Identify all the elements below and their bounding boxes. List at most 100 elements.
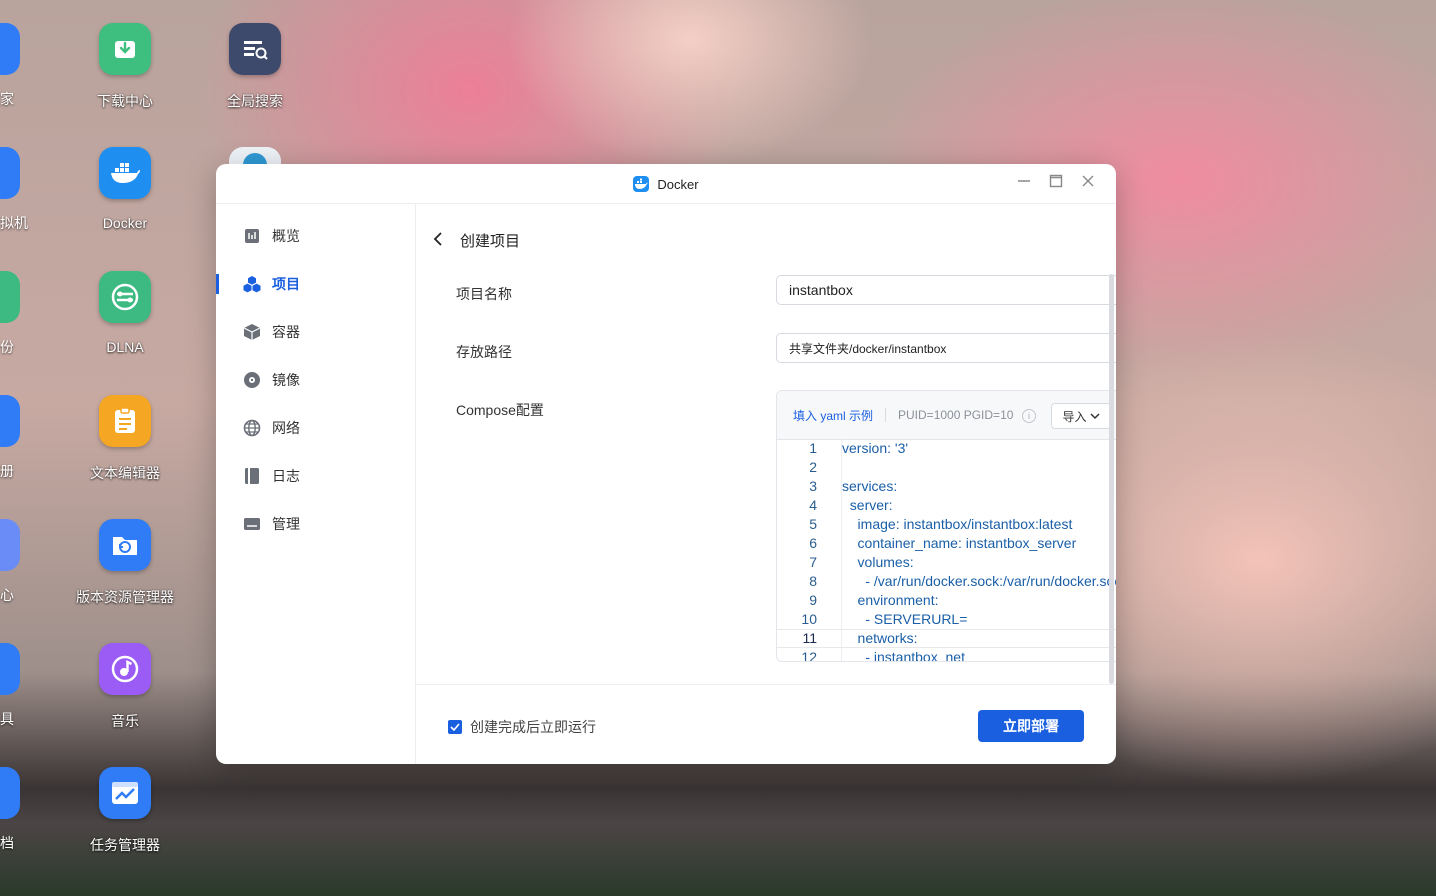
network-icon: [243, 419, 261, 437]
code-text: - instantbox_net: [842, 649, 965, 662]
desktop-icon-label: 管家: [0, 91, 14, 107]
search-icon: [229, 23, 281, 75]
desktop-icon-version-explorer[interactable]: 版本资源管理器: [65, 519, 185, 607]
code-text: server:: [842, 497, 893, 513]
desktop-icon-label: 中心: [0, 587, 14, 603]
chevron-left-icon[interactable]: [432, 231, 450, 251]
project-icon: [243, 275, 261, 293]
code-line[interactable]: 4 server:: [777, 496, 1116, 515]
sidebar-item-label: 镜像: [272, 372, 300, 388]
window-title-text: Docker: [657, 177, 699, 192]
project-name-input[interactable]: instantbox: [776, 275, 1116, 305]
maximize-icon[interactable]: [1046, 174, 1066, 194]
code-text: - /var/run/docker.sock:/var/run/docker.s…: [842, 573, 1116, 589]
code-line[interactable]: 7 volumes:: [777, 553, 1116, 572]
line-number: 10: [801, 611, 817, 627]
desktop-icon-global-search[interactable]: 全局搜索: [195, 23, 315, 111]
code-line[interactable]: 8 - /var/run/docker.sock:/var/run/docker…: [777, 572, 1116, 591]
music-icon: [99, 643, 151, 695]
code-line[interactable]: 6 container_name: instantbox_server: [777, 534, 1116, 553]
desktop-icon-label: DLNA: [106, 339, 144, 355]
code-line[interactable]: 5 image: instantbox/instantbox:latest: [777, 515, 1116, 534]
page-header: 创建项目: [432, 230, 520, 251]
line-number: 1: [809, 440, 817, 456]
desktop-icon-label: 虚拟机: [0, 215, 28, 231]
desktop-icon-label: Docker: [102, 215, 148, 231]
sidebar-item-label: 管理: [272, 516, 300, 532]
sidebar-item-label: 日志: [272, 468, 300, 484]
desktop-icon-label: 工具: [0, 711, 14, 727]
window-title: Docker: [216, 176, 1116, 192]
task-manager-icon: [99, 767, 151, 819]
info-icon[interactable]: i: [1022, 409, 1036, 423]
sidebar-item-log[interactable]: 日志: [216, 452, 415, 500]
line-number: 12: [801, 649, 817, 662]
sidebar-item-overview[interactable]: 概览: [216, 212, 415, 260]
desktop-icon-dlna[interactable]: DLNA: [65, 271, 185, 355]
close-icon[interactable]: [1078, 174, 1098, 194]
line-number: 3: [809, 478, 817, 494]
project-name-label: 项目名称: [456, 286, 512, 302]
desktop-icon-download-center[interactable]: 下载中心: [65, 23, 185, 111]
desktop-icon-text-editor[interactable]: 文本编辑器: [65, 395, 185, 483]
fill-yaml-example-link[interactable]: 填入 yaml 示例: [793, 407, 873, 424]
desktop-icon-music[interactable]: 音乐: [65, 643, 185, 731]
line-number: 4: [809, 497, 817, 513]
code-area[interactable]: 1 version: '3' 2 3 services: 4 server: 5 image…: [777, 439, 1116, 661]
desktop-icon-label: 任务管理器: [90, 837, 160, 853]
desktop-icon-label: 版本资源管理器: [76, 589, 174, 605]
desktop-icon-label: 全局搜索: [227, 93, 283, 109]
sidebar-item-manage[interactable]: 管理: [216, 500, 415, 548]
sidebar-item-network[interactable]: 网络: [216, 404, 415, 452]
docker-whale-icon: [99, 147, 151, 199]
code-text: networks:: [842, 630, 918, 646]
code-line[interactable]: 2: [777, 458, 1116, 477]
code-line[interactable]: 12 - instantbox_net: [777, 648, 1116, 662]
desktop-icon-task-manager[interactable]: 任务管理器: [65, 767, 185, 855]
line-number: 2: [809, 459, 817, 475]
code-text: - SERVERURL=: [842, 611, 968, 627]
code-text: services:: [842, 478, 898, 494]
code-line[interactable]: 11 networks:: [777, 629, 1116, 648]
desktop-icon-label: 下载中心: [97, 93, 153, 109]
docker-app-icon: [633, 176, 650, 192]
image-icon: [243, 371, 261, 389]
import-label: 导入: [1062, 409, 1087, 424]
code-line[interactable]: 3 services:: [777, 477, 1116, 496]
sidebar-item-project[interactable]: 项目: [216, 260, 415, 308]
compose-toolbar: 填入 yaml 示例 PUID=1000 PGID=10 i 导入 i: [777, 391, 1116, 440]
code-text: volumes:: [842, 554, 914, 570]
title-bar[interactable]: Docker: [216, 164, 1116, 204]
vm-icon: [0, 147, 20, 199]
code-line[interactable]: 10 - SERVERURL=: [777, 610, 1116, 629]
dlna-icon: [99, 271, 151, 323]
app-center-icon: [0, 519, 20, 571]
line-number: 7: [809, 554, 817, 570]
desktop-icon-docker[interactable]: Docker: [65, 147, 185, 231]
download-icon: [99, 23, 151, 75]
run-after-create-checkbox[interactable]: 创建完成后立即运行: [448, 717, 596, 737]
storage-path-input[interactable]: 共享文件夹/docker/instantbox: [776, 333, 1116, 363]
sidebar-item-image[interactable]: 镜像: [216, 356, 415, 404]
main-scrollbar[interactable]: [1109, 274, 1114, 684]
backup-icon: [0, 271, 20, 323]
code-line[interactable]: 9 environment:: [777, 591, 1116, 610]
text-editor-icon: [99, 395, 151, 447]
code-text: container_name: instantbox_server: [842, 535, 1077, 551]
deploy-now-button[interactable]: 立即部署: [978, 710, 1084, 742]
overview-icon: [243, 227, 261, 245]
code-line[interactable]: 1 version: '3': [777, 439, 1116, 458]
line-number: 6: [809, 535, 817, 551]
shield-icon: [0, 23, 20, 75]
chevron-down-icon: [1089, 409, 1100, 423]
compose-editor: 填入 yaml 示例 PUID=1000 PGID=10 i 导入 i 1 ver…: [776, 390, 1116, 662]
main-content: 创建项目 项目名称 instantbox 存放路径 共享文件夹/docker/i…: [416, 204, 1116, 764]
line-number: 8: [809, 573, 817, 589]
minimize-icon[interactable]: [1014, 174, 1034, 194]
tools-icon: [0, 643, 20, 695]
log-icon: [243, 467, 261, 485]
sidebar-item-container[interactable]: 容器: [216, 308, 415, 356]
import-dropdown[interactable]: 导入: [1051, 403, 1111, 429]
line-number: 9: [809, 592, 817, 608]
line-number: 5: [809, 516, 817, 532]
